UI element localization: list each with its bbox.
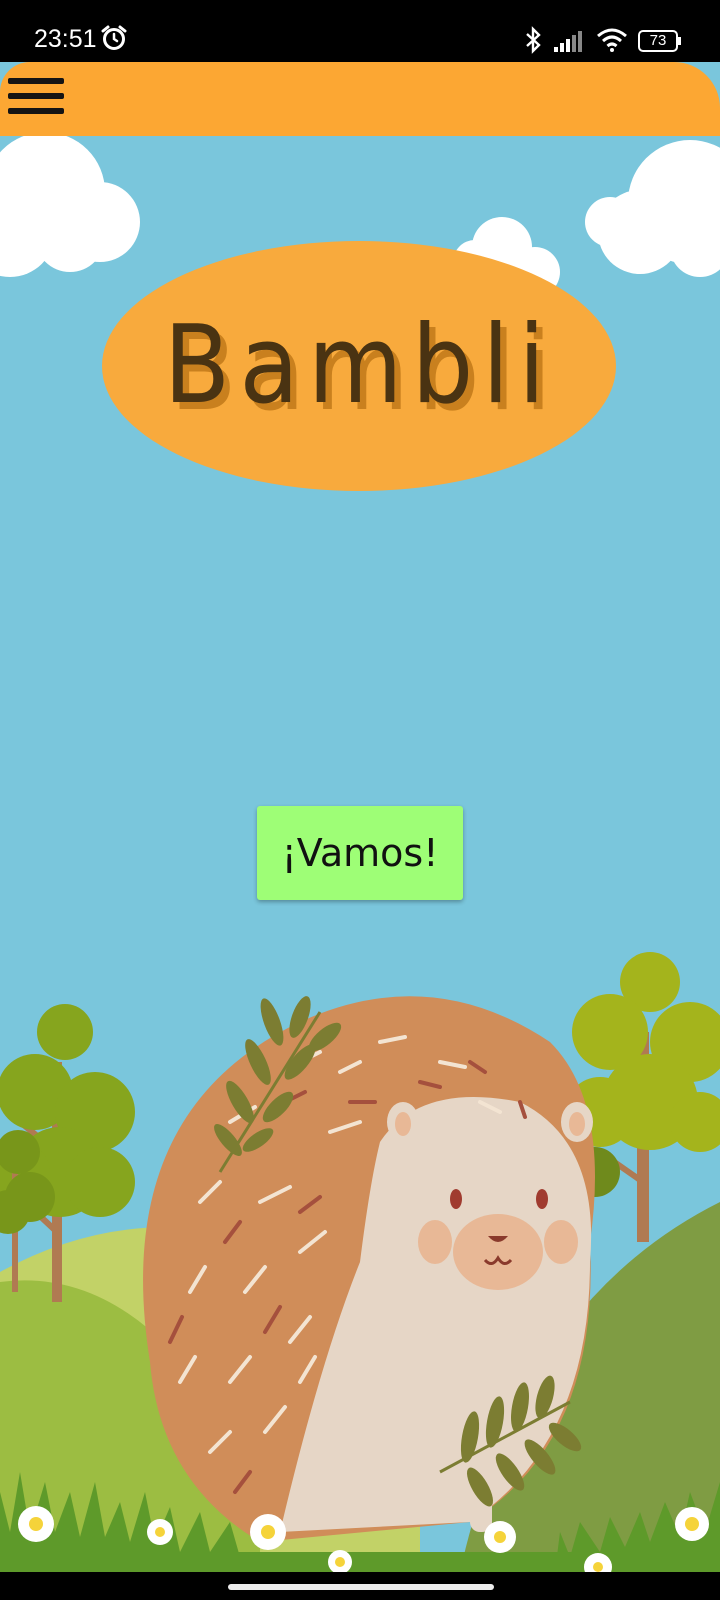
- hamburger-menu-icon[interactable]: [8, 78, 66, 118]
- hedgehog: [143, 996, 596, 1542]
- bluetooth-icon: [526, 26, 541, 54]
- alarm-icon: [101, 25, 127, 50]
- status-time: 23:51: [34, 25, 97, 53]
- app-title: Bambli: [163, 303, 555, 428]
- app-bar: [0, 62, 720, 136]
- status-bar: 23:51 73: [0, 0, 720, 62]
- cloud-right: [585, 140, 720, 277]
- home-gesture-handle[interactable]: [228, 1584, 494, 1590]
- cloud-left: [0, 132, 140, 277]
- wifi-icon: [597, 28, 627, 52]
- cellular-signal-icon: [554, 31, 582, 52]
- battery-level: 73: [649, 32, 667, 49]
- vamos-button[interactable]: ¡Vamos!: [257, 806, 463, 900]
